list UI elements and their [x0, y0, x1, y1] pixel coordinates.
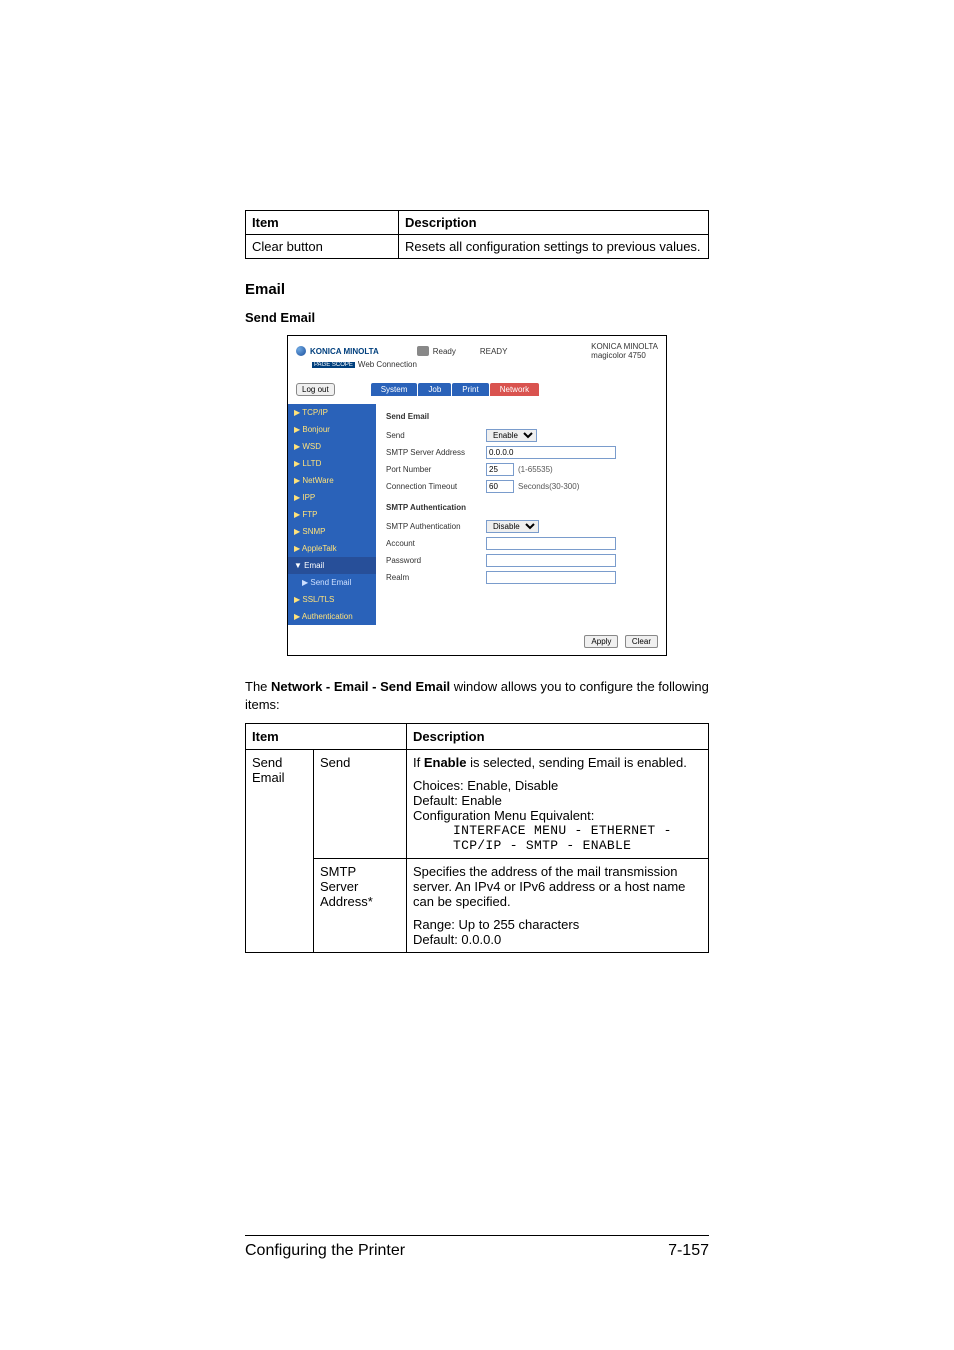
- screenshot-frame: KONICA MINOLTA Ready READY KONICA MINOLT…: [287, 335, 667, 656]
- brand-right-line2: magicolor 4750: [591, 351, 658, 360]
- tab-job[interactable]: Job: [418, 383, 451, 396]
- sidebar-item-netware[interactable]: ▶ NetWare: [288, 472, 376, 489]
- printer-icon: [417, 346, 429, 356]
- input-account[interactable]: [486, 537, 616, 550]
- body-para-bold: Network - Email - Send Email: [271, 679, 450, 694]
- sidebar-item-bonjour[interactable]: ▶ Bonjour: [288, 421, 376, 438]
- label-timeout: Connection Timeout: [386, 482, 486, 491]
- sidebar-item-wsd[interactable]: ▶ WSD: [288, 438, 376, 455]
- footer-right: 7-157: [668, 1242, 709, 1260]
- sidebar-item-email[interactable]: ▼ Email: [288, 557, 376, 574]
- web-connection-text: Web Connection: [358, 360, 417, 369]
- top-table-head-item: Item: [246, 211, 399, 235]
- desc-head-item: Item: [246, 724, 407, 750]
- ready-label: Ready: [433, 347, 456, 356]
- label-send: Send: [386, 431, 486, 440]
- sidebar: ▶ TCP/IP ▶ Bonjour ▶ WSD ▶ LLTD ▶ NetWar…: [288, 404, 376, 625]
- pagescope-badge: PAGE SCOPE: [312, 362, 355, 368]
- page-footer: Configuring the Printer 7-157: [245, 1235, 709, 1260]
- content-panel: Send Email Send Enable SMTP Server Addre…: [376, 404, 666, 625]
- sidebar-item-send-email[interactable]: ▶ Send Email: [288, 574, 376, 591]
- ready-status-text: READY: [480, 347, 508, 356]
- tab-network[interactable]: Network: [490, 383, 539, 396]
- sidebar-item-authentication[interactable]: ▶ Authentication: [288, 608, 376, 625]
- input-realm[interactable]: [486, 571, 616, 584]
- body-para-pre: The: [245, 679, 271, 694]
- label-smtp-address: SMTP Server Address: [386, 448, 486, 457]
- clear-button[interactable]: Clear: [625, 635, 658, 648]
- sidebar-item-ssltls[interactable]: ▶ SSL/TLS: [288, 591, 376, 608]
- label-smtp-auth: SMTP Authentication: [386, 522, 486, 531]
- desc-head-desc: Description: [407, 724, 709, 750]
- logout-button[interactable]: Log out: [296, 383, 335, 396]
- desc-row2-col2: SMTP Server Address*: [314, 859, 407, 953]
- top-table-row-item: Clear button: [246, 235, 399, 259]
- label-realm: Realm: [386, 573, 486, 582]
- content-title-send-email: Send Email: [386, 412, 656, 421]
- tab-bar: System Job Print Network: [371, 383, 539, 396]
- footer-left: Configuring the Printer: [245, 1242, 405, 1260]
- brand-logo: KONICA MINOLTA: [296, 346, 379, 356]
- label-port: Port Number: [386, 465, 486, 474]
- tab-system[interactable]: System: [371, 383, 418, 396]
- hint-timeout: Seconds(30-300): [518, 482, 579, 491]
- section-title-email: Email: [245, 281, 709, 298]
- desc-row1-desc: If Enable is selected, sending Email is …: [407, 750, 709, 859]
- body-paragraph: The Network - Email - Send Email window …: [245, 678, 709, 713]
- input-smtp-address[interactable]: [486, 446, 616, 459]
- tab-print[interactable]: Print: [452, 383, 488, 396]
- label-password: Password: [386, 556, 486, 565]
- label-account: Account: [386, 539, 486, 548]
- sidebar-item-tcpip[interactable]: ▶ TCP/IP: [288, 404, 376, 421]
- hint-port: (1-65535): [518, 465, 553, 474]
- input-timeout[interactable]: [486, 480, 514, 493]
- brand-right-line1: KONICA MINOLTA: [591, 342, 658, 351]
- content-title-smtp-auth: SMTP Authentication: [386, 503, 656, 512]
- brand-logo-text: KONICA MINOLTA: [310, 347, 379, 356]
- top-table-head-desc: Description: [399, 211, 709, 235]
- select-smtp-auth[interactable]: Disable: [486, 520, 539, 533]
- desc-row2-desc: Specifies the address of the mail transm…: [407, 859, 709, 953]
- desc-row1-col2: Send: [314, 750, 407, 859]
- sidebar-item-snmp[interactable]: ▶ SNMP: [288, 523, 376, 540]
- brand-logo-icon: [296, 346, 306, 356]
- apply-button[interactable]: Apply: [584, 635, 618, 648]
- input-password[interactable]: [486, 554, 616, 567]
- desc-row1-col1: Send Email: [246, 750, 314, 953]
- select-send[interactable]: Enable: [486, 429, 537, 442]
- sidebar-item-ipp[interactable]: ▶ IPP: [288, 489, 376, 506]
- sidebar-item-appletalk[interactable]: ▶ AppleTalk: [288, 540, 376, 557]
- sidebar-item-ftp[interactable]: ▶ FTP: [288, 506, 376, 523]
- input-port[interactable]: [486, 463, 514, 476]
- desc-table: Item Description Send Email Send If Enab…: [245, 723, 709, 953]
- sidebar-item-lltd[interactable]: ▶ LLTD: [288, 455, 376, 472]
- subsection-title-send-email: Send Email: [245, 310, 709, 325]
- top-table-row-desc: Resets all configuration settings to pre…: [399, 235, 709, 259]
- top-table: Item Description Clear button Resets all…: [245, 210, 709, 259]
